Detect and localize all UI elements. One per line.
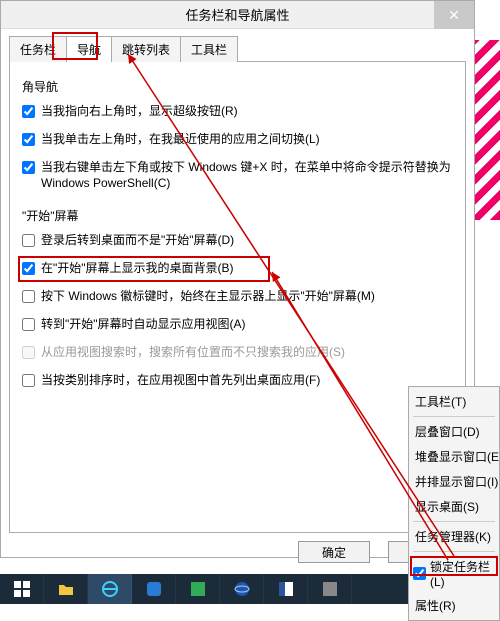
ctx-showdesktop[interactable]: 显示桌面(S): [409, 494, 499, 519]
opt-desktop-bg[interactable]: 在"开始"屏幕上显示我的桌面背景(B): [22, 260, 455, 276]
taskbar-context-menu: 工具栏(T) 层叠窗口(D) 堆叠显示窗口(E) 并排显示窗口(I) 显示桌面(…: [408, 386, 500, 621]
tab-strip: 任务栏 导航 跳转列表 工具栏: [9, 35, 474, 61]
close-icon: ✕: [448, 7, 460, 24]
dialog-buttons: 确定 取消: [1, 541, 460, 563]
tab-jumplist[interactable]: 跳转列表: [111, 36, 181, 62]
tab-taskbar[interactable]: 任务栏: [9, 36, 67, 62]
opt-desktop-first[interactable]: 当按类别排序时，在应用视图中首先列出桌面应用(F): [22, 372, 455, 388]
ctx-sep: [413, 551, 495, 552]
folder-icon: [57, 580, 75, 598]
ctx-stackv[interactable]: 并排显示窗口(I): [409, 469, 499, 494]
opt-apps-view[interactable]: 转到"开始"屏幕时自动显示应用视图(A): [22, 316, 455, 332]
section-start-screen: "开始"屏幕: [22, 207, 455, 224]
checkbox-lock-taskbar[interactable]: [413, 567, 426, 580]
ctx-cascade[interactable]: 层叠窗口(D): [409, 419, 499, 444]
start-button[interactable]: [0, 574, 44, 604]
start-icon: [13, 580, 31, 598]
app-icon: [189, 580, 207, 598]
taskbar-app1[interactable]: [176, 574, 220, 604]
ctx-lock-taskbar[interactable]: 锁定任务栏(L): [409, 554, 499, 593]
maxthon-icon: [145, 580, 163, 598]
ctx-toolbars[interactable]: 工具栏(T): [409, 389, 499, 414]
close-button[interactable]: ✕: [434, 1, 474, 29]
checkbox-desktop-first[interactable]: [22, 374, 35, 387]
checkbox-desktop-bg[interactable]: [22, 262, 35, 275]
titlebar: 任务栏和导航属性 ✕: [1, 1, 474, 29]
taskbar-ie[interactable]: [88, 574, 132, 604]
checkbox-search-all: [22, 346, 35, 359]
opt-main-monitor[interactable]: 按下 Windows 徽标键时，始终在主显示器上显示"开始"屏幕(M): [22, 288, 455, 304]
taskbar-maxthon[interactable]: [132, 574, 176, 604]
section-corner-nav: 角导航: [22, 78, 455, 95]
ok-button[interactable]: 确定: [298, 541, 370, 563]
checkbox-powershell[interactable]: [22, 161, 35, 174]
tab-toolbars[interactable]: 工具栏: [180, 36, 238, 62]
taskbar-app2[interactable]: [308, 574, 352, 604]
taskbar-globe[interactable]: [220, 574, 264, 604]
checkbox-main-monitor[interactable]: [22, 290, 35, 303]
panel-navigation: 角导航 当我指向右上角时，显示超级按钮(R) 当我单击左上角时，在我最近使用的应…: [9, 61, 466, 533]
opt-search-all: 从应用视图搜索时，搜索所有位置而不只搜索我的应用(S): [22, 344, 455, 360]
opt-boot-desktop[interactable]: 登录后转到桌面而不是"开始"屏幕(D): [22, 232, 455, 248]
ctx-sep: [413, 416, 495, 417]
checkbox-boot-desktop[interactable]: [22, 234, 35, 247]
globe-icon: [233, 580, 251, 598]
taskbar-word[interactable]: [264, 574, 308, 604]
tab-navigation[interactable]: 导航: [66, 36, 112, 62]
dialog-title: 任务栏和导航属性: [185, 5, 289, 24]
properties-dialog: 任务栏和导航属性 ✕ 任务栏 导航 跳转列表 工具栏 角导航 当我指向右上角时，…: [0, 0, 475, 558]
ctx-properties[interactable]: 属性(R): [409, 593, 499, 618]
opt-powershell[interactable]: 当我右键单击左下角或按下 Windows 键+X 时，在菜单中将命令提示符替换为…: [22, 159, 455, 191]
app-icon: [321, 580, 339, 598]
ie-icon: [101, 580, 119, 598]
checkbox-corner-topright[interactable]: [22, 105, 35, 118]
opt-corner-topright[interactable]: 当我指向右上角时，显示超级按钮(R): [22, 103, 455, 119]
checkbox-apps-view[interactable]: [22, 318, 35, 331]
ctx-sep: [413, 521, 495, 522]
checkbox-corner-topleft[interactable]: [22, 133, 35, 146]
taskbar-folder[interactable]: [44, 574, 88, 604]
ctx-taskmgr[interactable]: 任务管理器(K): [409, 524, 499, 549]
word-icon: [277, 580, 295, 598]
ctx-stackh[interactable]: 堆叠显示窗口(E): [409, 444, 499, 469]
opt-corner-topleft[interactable]: 当我单击左上角时，在我最近使用的应用之间切换(L): [22, 131, 455, 147]
